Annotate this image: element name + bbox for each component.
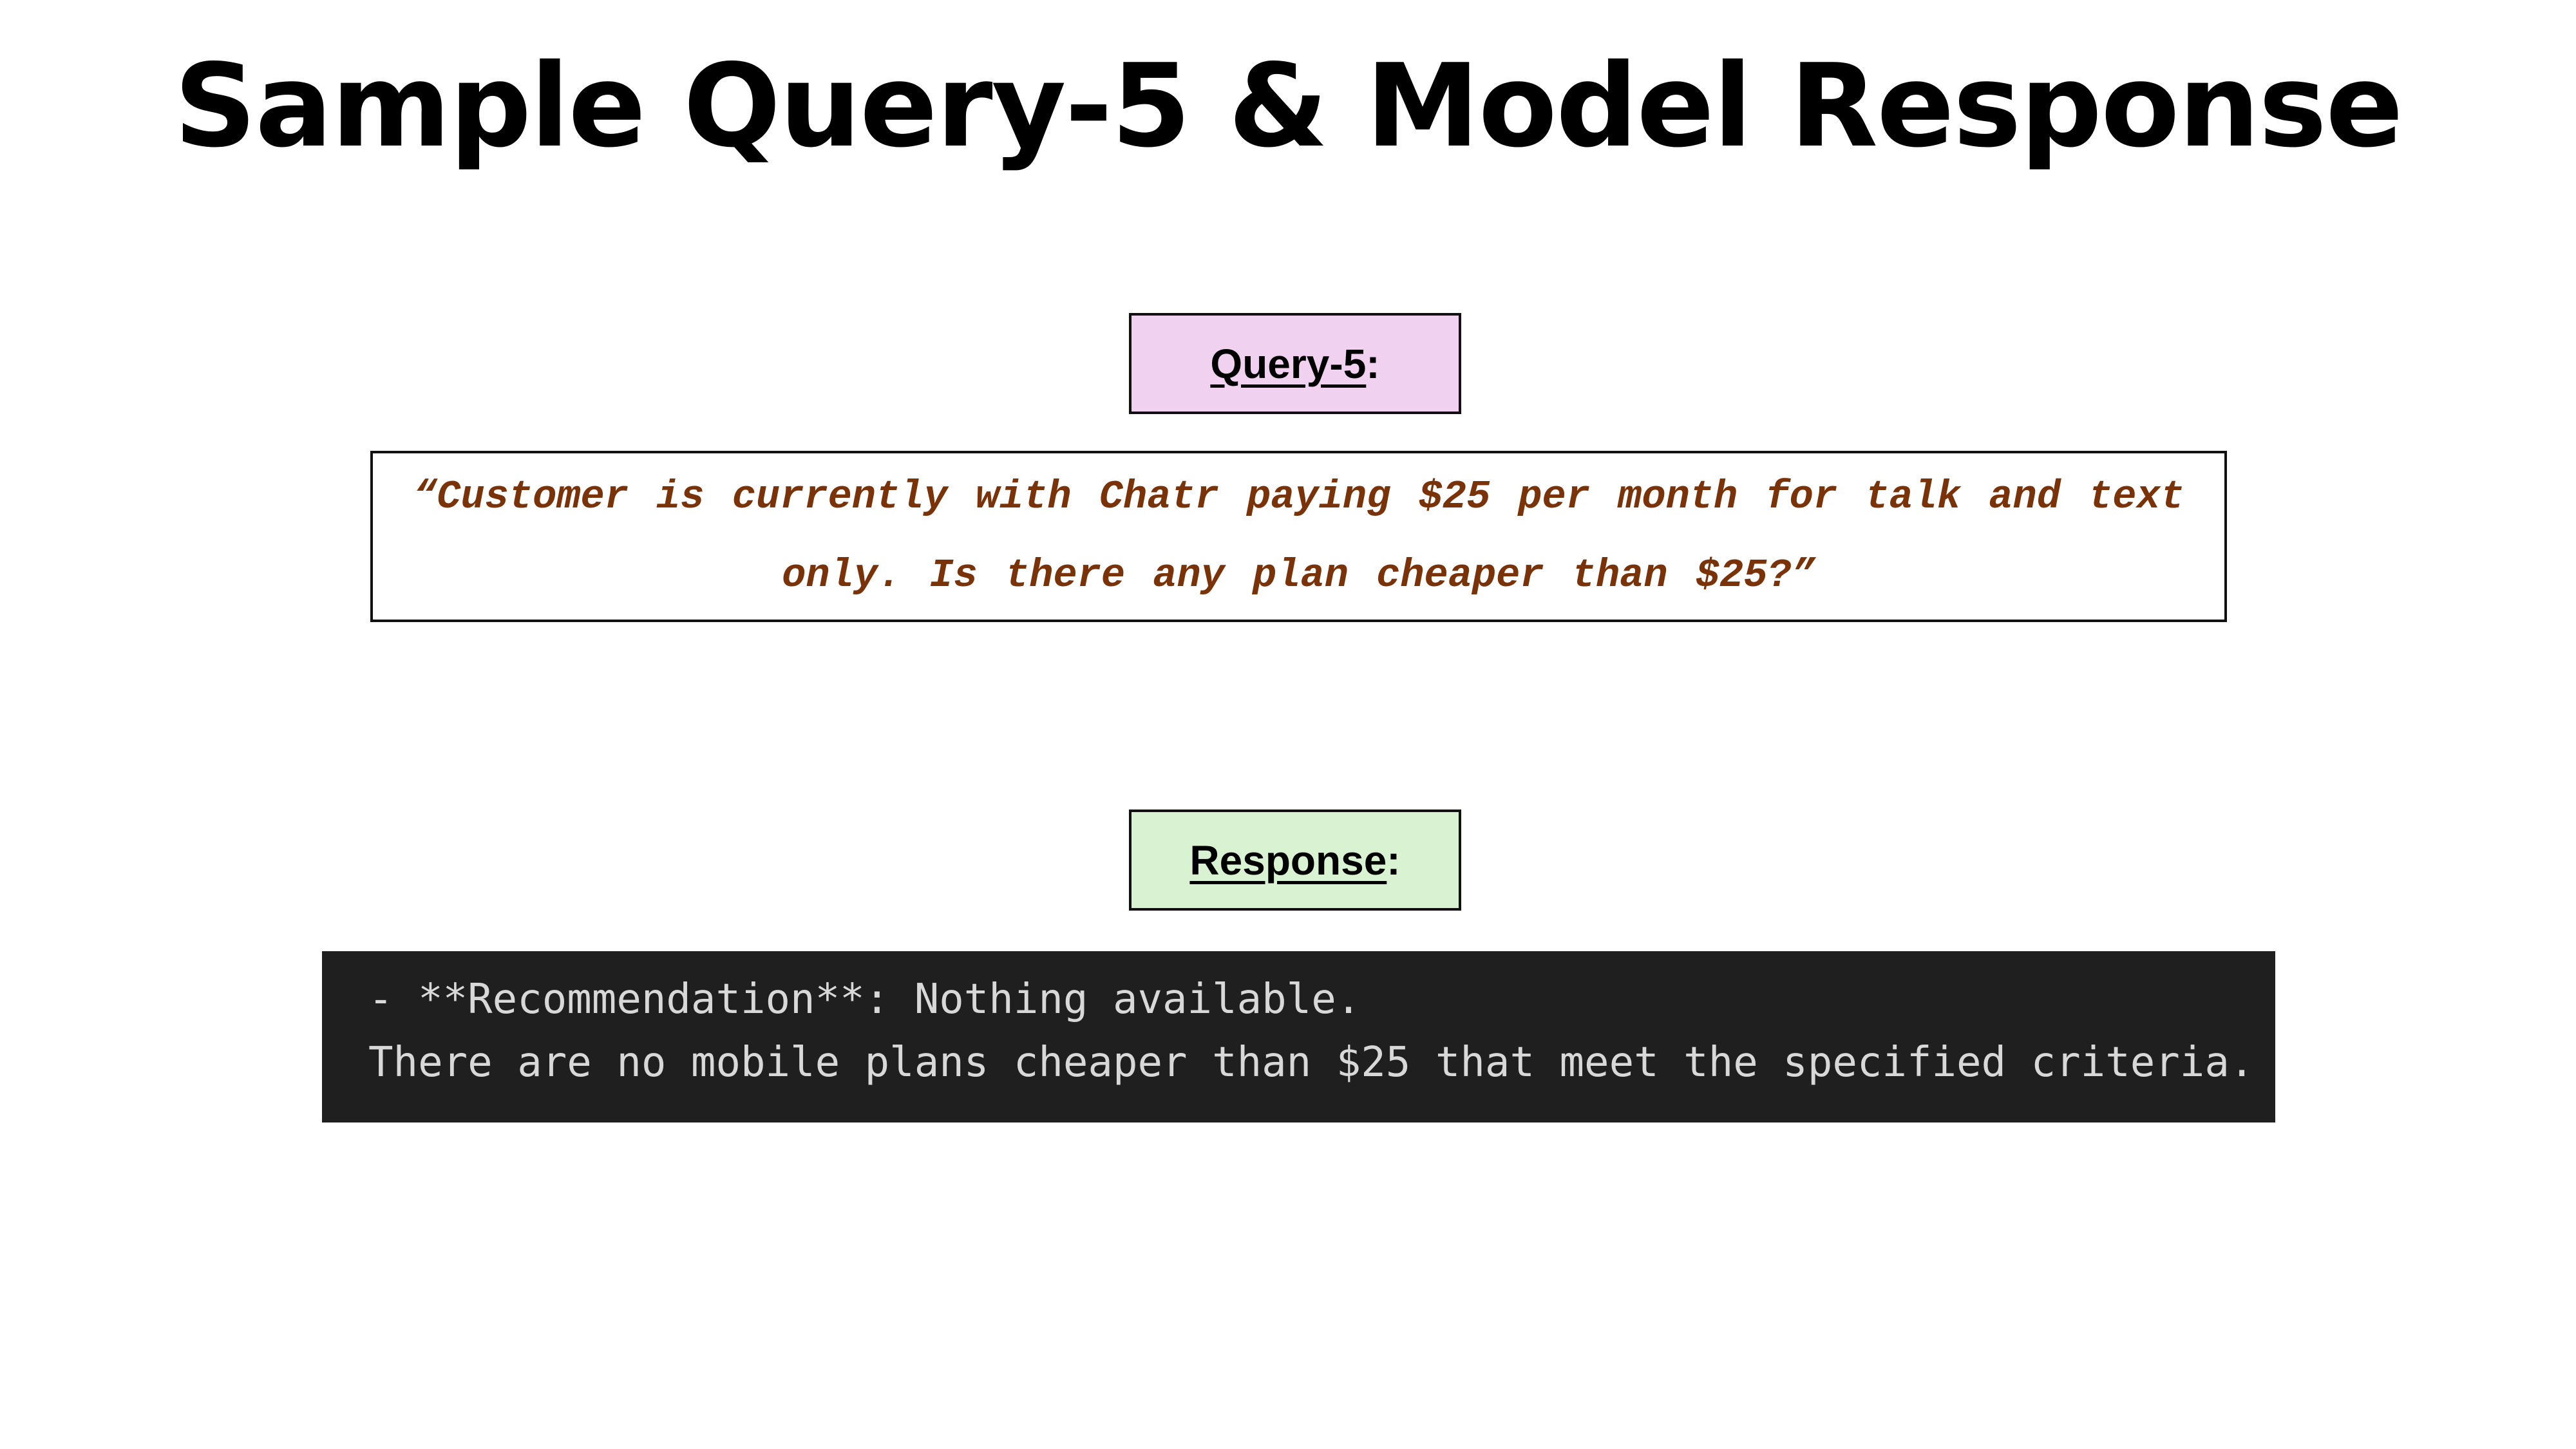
response-output-box: - **Recommendation**: Nothing available.…	[322, 951, 2275, 1122]
query-label-colon: :	[1366, 340, 1380, 387]
slide-title: Sample Query-5 & Model Response	[174, 39, 2403, 173]
query-text-box: “Customer is currently with Chatr paying…	[370, 451, 2227, 622]
response-line-recommendation: - **Recommendation**: Nothing available.	[368, 976, 1361, 1023]
query-text: “Customer is currently with Chatr paying…	[413, 474, 2184, 598]
query-label-box: Query-5:	[1129, 313, 1461, 414]
query-label: Query-5	[1210, 340, 1367, 387]
response-label-box: Response:	[1129, 810, 1461, 911]
response-line-explanation: There are no mobile plans cheaper than $…	[368, 1039, 2255, 1086]
response-label: Response	[1189, 837, 1387, 884]
response-label-colon: :	[1387, 837, 1401, 884]
